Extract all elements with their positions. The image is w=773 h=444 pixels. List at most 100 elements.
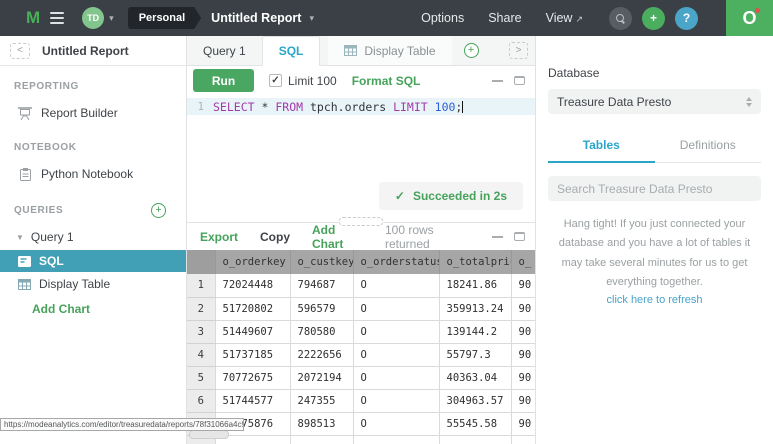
view-button[interactable]: View↗ (546, 11, 583, 25)
table-cell: 40363.04 (439, 366, 511, 389)
code-token: SELECT (213, 100, 255, 114)
minimize-editor-icon[interactable] (492, 80, 503, 82)
check-icon: ✓ (395, 189, 405, 203)
help-button[interactable]: ? (675, 7, 698, 30)
reporting-section: REPORTING (0, 66, 186, 99)
display-table-item-label: Display Table (39, 277, 110, 291)
row-number-cell: 6 (187, 389, 215, 412)
table-cell: 55545.58 (439, 412, 511, 435)
sidebar-add-chart[interactable]: Add Chart (0, 296, 186, 322)
results-table: o_orderkeyo_custkeyo_orderstatuso_totalp… (187, 250, 535, 444)
profile-badge[interactable]: O (726, 0, 773, 36)
tab-query1[interactable]: Query 1 (187, 36, 262, 65)
tab-display-table[interactable]: Display Table (328, 36, 451, 65)
tab-tables[interactable]: Tables (548, 132, 655, 163)
editor-resize-handle[interactable] (339, 217, 383, 226)
row-number-cell: 4 (187, 343, 215, 366)
menu-icon[interactable] (50, 12, 64, 24)
column-header: o_custkey (290, 250, 353, 274)
table-cell: O (353, 343, 439, 366)
database-panel: Database Treasure Data Presto Tables Def… (535, 36, 773, 444)
table-cell: 51744577 (215, 389, 290, 412)
table-cell: 596579 (290, 297, 353, 320)
table-cell: 51720802 (215, 297, 290, 320)
tables-search-input[interactable] (548, 176, 761, 201)
table-cell: 139144.2 (439, 320, 511, 343)
table-cell: 72024448 (215, 274, 290, 297)
main-panel: Query 1 SQL Display Table + > Run ✓ Limi… (187, 36, 535, 444)
rows-returned-label: 100 rows returned (385, 223, 470, 251)
search-icon (616, 14, 625, 23)
mode-logo[interactable]: M (26, 8, 40, 28)
code-line-content[interactable]: SELECT * FROM tpch.orders LIMIT 100; (213, 100, 463, 114)
scroll-tabs-right-button[interactable]: > (509, 42, 528, 59)
avatar[interactable]: TD (82, 7, 104, 29)
code-token: ; (455, 100, 462, 114)
column-header: o_orderkey (215, 250, 290, 274)
limit-checkbox[interactable]: ✓ (269, 74, 282, 87)
refresh-link[interactable]: click here to refresh (548, 294, 761, 306)
table-cell: O (353, 297, 439, 320)
results-area: o_orderkeyo_custkeyo_orderstatuso_totalp… (187, 250, 535, 444)
share-button[interactable]: Share (488, 11, 521, 25)
add-query-button[interactable]: + (151, 203, 166, 218)
add-chart-button[interactable]: Add Chart (312, 223, 363, 251)
table-cell: 90 (511, 320, 535, 343)
sidebar-item-report-builder[interactable]: Report Builder (0, 99, 186, 127)
table-cell: 90 (511, 274, 535, 297)
breadcrumb-workspace[interactable]: Personal (128, 7, 201, 29)
text-cursor (462, 101, 463, 113)
format-sql-button[interactable]: Format SQL (352, 74, 421, 88)
table-cell: O (353, 412, 439, 435)
export-button[interactable]: Export (200, 230, 238, 244)
row-number-cell: 5 (187, 366, 215, 389)
collapse-sidebar-button[interactable]: < (10, 43, 30, 59)
add-tab-button[interactable]: + (464, 43, 479, 58)
sidebar-item-sql[interactable]: SQL (0, 250, 186, 272)
sidebar-item-python-notebook[interactable]: Python Notebook (0, 160, 186, 188)
limit-label: Limit 100 (288, 74, 337, 88)
table-cell: 2072194 (290, 366, 353, 389)
external-link-icon: ↗ (575, 14, 583, 24)
code-token: tpch.orders (303, 100, 393, 114)
avatar-caret-icon[interactable]: ▾ (109, 13, 114, 24)
table-icon (344, 45, 357, 56)
copy-button[interactable]: Copy (260, 230, 290, 244)
sql-editor-icon (18, 256, 31, 267)
table-cell (290, 435, 353, 444)
search-button[interactable] (609, 7, 632, 30)
sidebar: < Untitled Report REPORTING Report Build… (0, 36, 187, 444)
table-cell: 55797.3 (439, 343, 511, 366)
table-icon (18, 279, 31, 290)
code-token: LIMIT (393, 100, 428, 114)
minimize-results-icon[interactable] (492, 236, 503, 238)
tab-definitions[interactable]: Definitions (655, 132, 762, 162)
chevron-down-icon[interactable]: ▼ (16, 233, 24, 242)
maximize-editor-icon[interactable] (514, 76, 525, 85)
sidebar-item-display-table[interactable]: Display Table (0, 273, 186, 295)
add-button[interactable]: + (642, 7, 665, 30)
run-button[interactable]: Run (193, 69, 254, 92)
table-row: 351449607780580O139144.290 (187, 320, 535, 343)
report-builder-label: Report Builder (41, 106, 118, 120)
row-number-cell: 3 (187, 320, 215, 343)
report-title-caret-icon[interactable]: ▾ (309, 13, 314, 24)
column-header: o_totalprice (439, 250, 511, 274)
table-cell: 359913.24 (439, 297, 511, 320)
tabbar: Query 1 SQL Display Table + > (187, 36, 535, 66)
limit-100-toggle[interactable]: ✓ Limit 100 (269, 74, 337, 88)
maximize-results-icon[interactable] (514, 232, 525, 241)
column-header: o_ (511, 250, 535, 274)
table-row: 251720802596579O359913.2490 (187, 297, 535, 320)
sql-editor[interactable]: 1 SELECT * FROM tpch.orders LIMIT 100; ✓… (187, 95, 535, 222)
options-button[interactable]: Options (421, 11, 464, 25)
horizontal-scrollbar[interactable] (189, 430, 229, 439)
sidebar-report-title: Untitled Report (42, 44, 129, 58)
tab-sql[interactable]: SQL (262, 36, 321, 66)
table-row-partial (187, 435, 535, 444)
database-select[interactable]: Treasure Data Presto (548, 89, 761, 114)
table-cell: 90 (511, 389, 535, 412)
table-cell (353, 435, 439, 444)
code-line[interactable]: 1 SELECT * FROM tpch.orders LIMIT 100; (187, 98, 535, 115)
sidebar-item-query1[interactable]: ▼ Query 1 (0, 225, 186, 249)
